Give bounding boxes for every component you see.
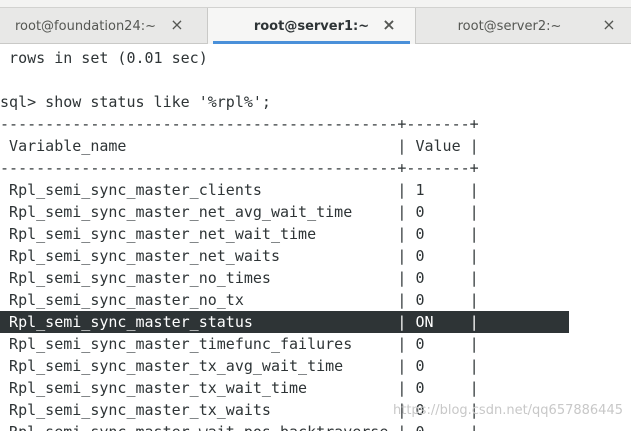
terminal-output[interactable]: 4 rows in set (0.01 sec) ysql> show statu… [0,45,631,431]
table-border: +---------------------------------------… [0,115,479,133]
table-header: | Variable_name | Value | [0,137,479,155]
tab-foundation24[interactable]: root@foundation24:~ × [0,8,208,44]
table-border: +---------------------------------------… [0,159,479,177]
table-row: | Rpl_semi_sync_master_clients | 1 | [0,181,479,199]
result-summary: 4 rows in set (0.01 sec) [0,49,208,67]
table-row: | Rpl_semi_sync_master_no_tx | 0 | [0,291,479,309]
table-row: | Rpl_semi_sync_master_net_avg_wait_time… [0,203,479,221]
window-top-edge [0,0,631,8]
table-row: | Rpl_semi_sync_master_tx_wait_time | 0 … [0,379,479,397]
close-icon[interactable]: × [381,17,397,33]
table-row: | Rpl_semi_sync_master_wait_pos_backtrav… [0,421,479,431]
command-line: ysql> show status like '%rpl%'; [0,93,271,111]
tab-server1[interactable]: root@server1:~ × [208,8,416,44]
watermark: https://blog.csdn.net/qq657886445 [392,403,623,418]
table-row: | Rpl_semi_sync_master_net_wait_time | 0… [0,225,479,243]
table-row: | Rpl_semi_sync_master_timefunc_failures… [0,335,479,353]
close-icon[interactable]: × [601,17,617,33]
tab-bar: root@foundation24:~ × root@server1:~ × r… [0,0,631,44]
active-tab-indicator [213,41,410,44]
tab-label: root@server2:~ [457,18,562,34]
tab-server2[interactable]: root@server2:~ × [416,8,631,44]
table-row: | Rpl_semi_sync_master_no_times | 0 | [0,269,479,287]
table-row: | Rpl_semi_sync_master_net_waits | 0 | [0,247,479,265]
close-icon[interactable]: × [169,17,185,33]
table-row: | Rpl_semi_sync_master_status | ON | [0,313,479,331]
table-row: | Rpl_semi_sync_master_tx_avg_wait_time … [0,357,479,375]
